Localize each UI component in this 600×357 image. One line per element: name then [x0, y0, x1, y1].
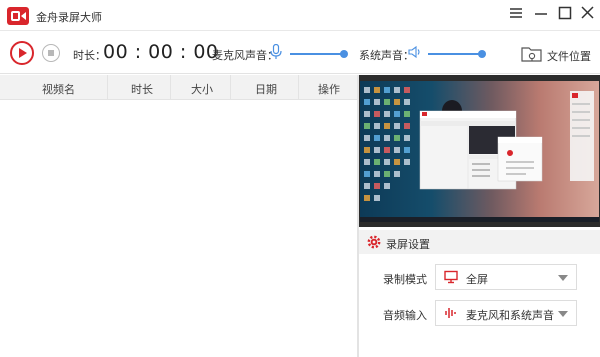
column-divider [107, 75, 108, 100]
monitor-icon [444, 270, 458, 287]
column-header-size[interactable]: 大小 [191, 81, 213, 97]
close-icon[interactable] [577, 4, 599, 24]
record-settings-header: 录屏设置 [359, 230, 600, 254]
chevron-down-icon [558, 275, 568, 281]
column-divider [298, 75, 299, 100]
record-mode-select[interactable]: 全屏 [435, 264, 577, 290]
maximize-icon[interactable] [554, 4, 576, 24]
microphone-icon[interactable] [270, 43, 282, 63]
mic-volume-slider[interactable] [290, 50, 348, 58]
app-logo-icon [7, 7, 29, 25]
folder-location-icon[interactable] [521, 44, 543, 67]
file-location-button[interactable]: 文件位置 [547, 48, 591, 64]
preview-desktop-thumbnail [360, 81, 599, 217]
audio-input-select[interactable]: 麦克风和系统声音 [435, 300, 577, 326]
desktop-icons [364, 87, 410, 201]
column-divider [230, 75, 231, 100]
preview-taskbar [360, 217, 599, 222]
system-volume-knob[interactable] [478, 50, 486, 58]
menu-icon[interactable] [505, 4, 527, 24]
record-button[interactable] [10, 41, 34, 65]
audio-input-label: 音频输入 [383, 309, 427, 322]
audio-input-value: 麦克风和系统声音 [466, 309, 554, 322]
title-bar: 金舟录屏大师 [0, 0, 600, 31]
audio-wave-icon [444, 306, 458, 323]
toolbar: 时长： 00 : 00 : 00 麦克风声音： 系统声音： 文件位置 [0, 31, 600, 74]
duration-value: 00 : 00 : 00 [103, 41, 219, 63]
column-header-date[interactable]: 日期 [255, 81, 277, 97]
recordings-list [0, 100, 357, 357]
record-mode-value: 全屏 [466, 273, 488, 286]
duration-label: 时长： [73, 49, 106, 62]
system-volume-slider[interactable] [428, 50, 486, 58]
system-volume-label: 系统声音： [359, 49, 414, 62]
stop-button[interactable] [42, 44, 60, 62]
record-mode-label: 录制模式 [383, 273, 427, 286]
column-divider [170, 75, 171, 100]
gear-icon [367, 235, 381, 252]
column-header-name[interactable]: 视频名 [42, 81, 75, 97]
column-header-duration[interactable]: 时长 [131, 81, 153, 97]
record-settings-title: 录屏设置 [386, 238, 430, 251]
mic-volume-label: 麦克风声音： [212, 49, 278, 62]
screen-preview [359, 75, 600, 227]
column-header-actions: 操作 [318, 83, 340, 96]
minimize-icon[interactable] [530, 4, 552, 24]
app-title: 金舟录屏大师 [36, 11, 102, 24]
mic-volume-knob[interactable] [340, 50, 348, 58]
chevron-down-icon [558, 311, 568, 317]
speaker-icon[interactable] [408, 45, 422, 62]
recordings-table-header: 视频名 时长 大小 日期 操作 [0, 75, 357, 100]
